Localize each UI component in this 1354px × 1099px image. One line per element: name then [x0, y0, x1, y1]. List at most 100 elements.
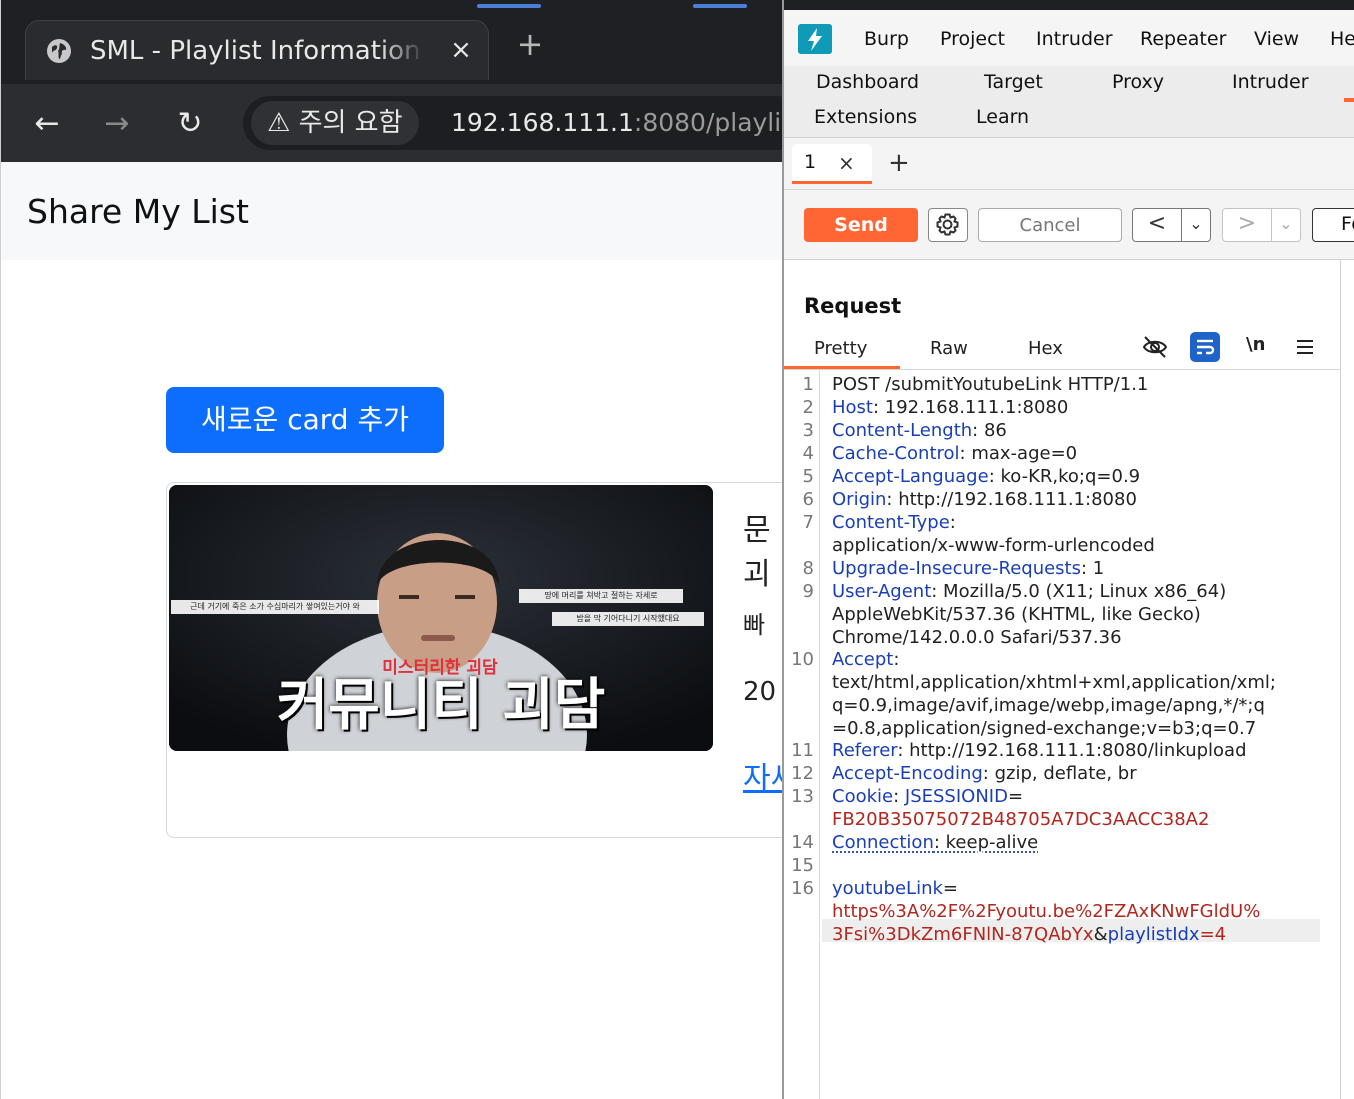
- desktop: SML - Playlist Information × + ← → ↻ ⚠ 주…: [0, 0, 1354, 1099]
- window-title-strip: [784, 0, 1354, 10]
- thumbnail-subtitle-left: 근데 거기에 죽은 소가 수십마리가 쌓여있는거야 와: [190, 602, 360, 611]
- browser-tab[interactable]: SML - Playlist Information ×: [25, 20, 489, 80]
- repeater-tab-1[interactable]: 1 ×: [792, 144, 872, 184]
- menu-project[interactable]: Project: [940, 26, 1005, 52]
- burp-tool-tabs: Dashboard Target Proxy Intruder Extensio…: [784, 66, 1354, 138]
- back-arrow-icon[interactable]: ←: [25, 102, 69, 146]
- header-line: Upgrade-Insecure-Requests: 1: [832, 557, 1104, 580]
- site-brand[interactable]: Share My List: [27, 190, 249, 234]
- follow-redirect-button[interactable]: Fo: [1312, 208, 1354, 242]
- tab-indicator: [693, 4, 747, 8]
- header-value: :: [949, 512, 956, 533]
- param-value: https%3A%2F%2Fyoutu.be%2FZAxKNwFGldU%: [832, 901, 1261, 922]
- settings-button[interactable]: [928, 208, 968, 242]
- header-name: User-Agent: [832, 581, 932, 602]
- burp-logo-icon: [798, 24, 832, 54]
- request-line: POST /submitYoutubeLink HTTP/1.1: [832, 374, 1149, 395]
- header-name: Accept: [832, 649, 894, 670]
- menu-repeater[interactable]: Repeater: [1140, 26, 1226, 52]
- gear-icon: [936, 213, 959, 236]
- history-forward-dropdown[interactable]: ⌄: [1271, 208, 1301, 242]
- view-tab-raw[interactable]: Raw: [930, 338, 968, 359]
- line-number: 1: [802, 374, 814, 395]
- close-icon[interactable]: ×: [838, 151, 855, 175]
- view-tab-hex[interactable]: Hex: [1028, 338, 1063, 359]
- line-number: 16: [791, 878, 814, 899]
- globe-icon: [47, 39, 71, 63]
- forward-arrow-icon[interactable]: →: [95, 102, 139, 146]
- send-button[interactable]: Send: [804, 208, 918, 242]
- browser-toolbar: ← → ↻ ⚠ 주의 요함 192.168.111.1:8080/playlis…: [1, 84, 804, 162]
- new-tab-button[interactable]: +: [513, 27, 547, 61]
- param-separator: &: [1093, 924, 1108, 945]
- tool-tab-extensions[interactable]: Extensions: [814, 104, 917, 130]
- header-line: Content-Length: 86: [832, 419, 1007, 442]
- add-card-button[interactable]: 새로운 card 추가: [166, 387, 444, 453]
- tool-tab-proxy[interactable]: Proxy: [1112, 69, 1164, 95]
- header-value: :: [893, 786, 905, 807]
- header-name: Accept-Language: [832, 466, 989, 487]
- tool-tab-intruder[interactable]: Intruder: [1232, 69, 1309, 95]
- line-number: 14: [791, 832, 814, 853]
- address-bar[interactable]: ⚠ 주의 요함 192.168.111.1:8080/playlist: [243, 96, 804, 150]
- burp-menubar: Burp Project Intruder Repeater View He: [784, 10, 1354, 66]
- header-line: User-Agent: Mozilla/5.0 (X11; Linux x86_…: [832, 580, 1226, 603]
- tab-title: SML - Playlist Information: [90, 36, 421, 66]
- newline-icon[interactable]: \n: [1246, 334, 1265, 355]
- menu-icon[interactable]: [1290, 332, 1320, 362]
- card-channel: 빠: [743, 611, 766, 639]
- wrap-icon[interactable]: [1190, 332, 1220, 362]
- eye-off-icon[interactable]: [1140, 332, 1170, 362]
- reload-icon[interactable]: ↻: [168, 102, 212, 146]
- browser-tab-strip: SML - Playlist Information × +: [1, 0, 783, 84]
- header-value-continuation: text/html,application/xhtml+xml,applicat…: [832, 672, 1276, 693]
- menu-burp[interactable]: Burp: [864, 26, 909, 52]
- cookie-value: FB20B35075072B48705A7DC3AACC38A2: [832, 809, 1210, 830]
- header-value: : Mozilla/5.0 (X11; Linux x86_64): [931, 581, 1227, 602]
- header-value: :: [893, 649, 900, 670]
- line-number: 11: [791, 740, 814, 761]
- header-name: Accept-Encoding: [832, 763, 983, 784]
- tab-close-icon[interactable]: ×: [446, 30, 476, 70]
- history-forward-button[interactable]: >: [1222, 208, 1272, 242]
- header-name: Content-Type: [832, 512, 950, 533]
- url-text[interactable]: 192.168.111.1:8080/playlist: [451, 101, 804, 145]
- header-line: Accept:: [832, 648, 899, 671]
- history-back-button[interactable]: <: [1132, 208, 1182, 242]
- line-number: 4: [802, 443, 814, 464]
- line-number: 9: [802, 581, 814, 602]
- header-line: Cookie: JSESSIONID=: [832, 786, 1024, 807]
- line-number: 7: [802, 512, 814, 533]
- site-navbar: Share My List: [1, 162, 783, 260]
- header-line: Origin: http://192.168.111.1:8080: [832, 488, 1137, 511]
- body-line-continuation: 3Fsi%3DkZm6FNlN-87QAbYx&playlistIdx=4: [832, 923, 1226, 946]
- menu-intruder[interactable]: Intruder: [1036, 26, 1113, 52]
- request-editor[interactable]: 1 2 3 4 5 6 7 8 9 10 11 12 13 14 15 16 P…: [784, 370, 1340, 1099]
- header-line: Referer: http://192.168.111.1:8080/linku…: [832, 739, 1247, 762]
- cancel-button[interactable]: Cancel: [978, 208, 1122, 242]
- header-name: Content-Length: [832, 420, 973, 441]
- header-value: : max-age=0: [959, 443, 1078, 464]
- menu-view[interactable]: View: [1254, 26, 1299, 52]
- browser-window: SML - Playlist Information × + ← → ↻ ⚠ 주…: [0, 0, 826, 1099]
- header-line: Cache-Control: max-age=0: [832, 442, 1077, 465]
- tab-indicator: [477, 4, 541, 8]
- history-back-dropdown[interactable]: ⌄: [1181, 208, 1211, 242]
- add-tab-icon[interactable]: +: [888, 148, 910, 178]
- tool-tab-target[interactable]: Target: [984, 69, 1043, 95]
- menu-help[interactable]: He: [1330, 26, 1354, 52]
- video-thumbnail[interactable]: 근데 거기에 죽은 소가 수십마리가 쌓여있는거야 와 땅에 머리를 쳐박고 절…: [169, 485, 713, 751]
- header-line: Connection: keep-alive: [832, 831, 1038, 854]
- card-date: 20: [743, 677, 777, 707]
- line-number: 8: [802, 558, 814, 579]
- header-line: Host: 192.168.111.1:8080: [832, 396, 1068, 419]
- repeater-tab-label: 1: [804, 151, 817, 173]
- security-warning-chip[interactable]: ⚠ 주의 요함: [251, 101, 419, 145]
- tool-tab-learn[interactable]: Learn: [976, 104, 1029, 130]
- view-tab-pretty[interactable]: Pretty: [814, 338, 867, 359]
- header-value-continuation: AppleWebKit/537.36 (KHTML, like Gecko): [832, 604, 1201, 625]
- header-value-continuation: q=0.9,image/avif,image/webp,image/apng,*…: [832, 695, 1265, 716]
- line-number: 15: [791, 855, 814, 876]
- param-equals: =: [942, 878, 958, 899]
- tool-tab-dashboard[interactable]: Dashboard: [816, 69, 919, 95]
